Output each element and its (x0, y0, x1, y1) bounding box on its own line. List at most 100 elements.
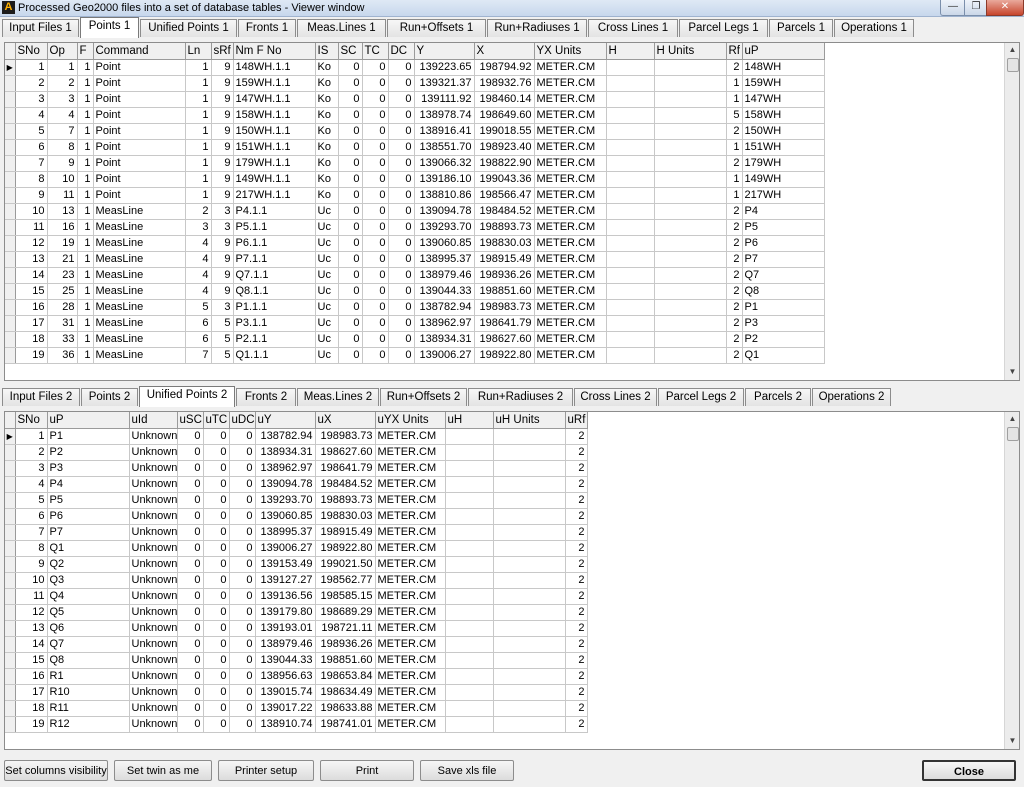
points-table-cell[interactable]: P7.1.1 (233, 251, 316, 268)
points-table-cell[interactable]: 2 (15, 75, 48, 92)
unified-points-table-cell[interactable]: 198851.60 (315, 652, 376, 669)
unified-points-table-cell[interactable]: Unknown (129, 716, 178, 733)
unified-points-table-cell[interactable]: METER.CM (375, 684, 446, 701)
points-table-cell[interactable]: 198566.47 (474, 187, 535, 204)
points-column-header[interactable]: Command (93, 43, 186, 60)
unified-points-table-cell[interactable] (445, 508, 494, 525)
unified-points-table-row[interactable]: 8 Q1 Unknown 0 0 0 139006.27 198922.80 METER.CM 2 (5, 540, 588, 557)
points-table-cell[interactable]: METER.CM (534, 75, 607, 92)
points-table-cell[interactable]: 138916.41 (414, 123, 475, 140)
points-table-cell[interactable]: Ko (315, 107, 339, 124)
points-table-cell[interactable]: 198915.49 (474, 251, 535, 268)
unified-points-column-header[interactable]: uY (255, 412, 316, 429)
points-table-cell[interactable]: 19 (47, 235, 78, 252)
unified-points-table-cell[interactable]: 1 (15, 428, 48, 445)
unified-points-table-cell[interactable] (445, 716, 494, 733)
unified-points-table-cell[interactable]: R1 (47, 668, 130, 685)
points-table-cell[interactable]: 2 (726, 347, 743, 364)
points-table-cell[interactable]: 8 (47, 139, 78, 156)
points-table-row[interactable]: 16 28 1 MeasLine 5 3 P1.1.1 Uc 0 0 0 138782.94 19898… (5, 299, 825, 316)
points-table-cell[interactable]: 4 (15, 107, 48, 124)
points-column-header[interactable]: YX Units (534, 43, 607, 60)
unified-points-table-cell[interactable]: 19 (15, 716, 48, 733)
unified-points-table-cell[interactable] (493, 476, 566, 493)
points-table-cell[interactable]: MeasLine (93, 299, 186, 316)
points-table-cell[interactable]: MeasLine (93, 331, 186, 348)
points-table-cell[interactable]: Q7 (742, 267, 825, 284)
unified-points-table-cell[interactable]: 0 (229, 540, 256, 557)
points-table-cell[interactable]: Q1 (742, 347, 825, 364)
points-column-header[interactable]: uP (742, 43, 825, 60)
points-table-cell[interactable]: 2 (726, 283, 743, 300)
points-table-cell[interactable]: 198641.79 (474, 315, 535, 332)
row-selector[interactable] (5, 716, 16, 733)
points-table-cell[interactable]: 198932.76 (474, 75, 535, 92)
points-table-cell[interactable]: 2 (726, 59, 743, 76)
points-table-row[interactable]: 14 23 1 MeasLine 4 9 Q7.1.1 Uc 0 0 0 138979.46 19893… (5, 267, 825, 284)
points-table-cell[interactable]: 9 (15, 187, 48, 204)
unified-points-table-cell[interactable]: 2 (565, 716, 588, 733)
row-selector[interactable] (5, 460, 16, 477)
points-table-cell[interactable]: 150WH (742, 123, 825, 140)
unified-points-table-cell[interactable]: Unknown (129, 652, 178, 669)
points-table-cell[interactable]: 0 (362, 315, 389, 332)
points-table-cell[interactable]: 1 (77, 203, 94, 220)
unified-points-table-cell[interactable]: METER.CM (375, 620, 446, 637)
unified-points-table-cell[interactable]: 0 (203, 444, 230, 461)
points-table-cell[interactable]: 138979.46 (414, 267, 475, 284)
unified-points-table-cell[interactable]: 198830.03 (315, 508, 376, 525)
unified-points-table-cell[interactable]: P7 (47, 524, 130, 541)
unified-points-table-cell[interactable]: 3 (15, 460, 48, 477)
points-table-cell[interactable]: 1 (77, 91, 94, 108)
points-table-cell[interactable]: 139006.27 (414, 347, 475, 364)
unified-points-table-cell[interactable]: 7 (15, 524, 48, 541)
points-table-cell[interactable]: 1 (77, 283, 94, 300)
points-table-cell[interactable] (606, 155, 655, 172)
points-table-cell[interactable]: 0 (388, 171, 415, 188)
bottom-tab-9[interactable]: Parcel Legs 2 (658, 388, 744, 406)
row-selector[interactable] (5, 315, 16, 332)
points-table-cell[interactable]: 31 (47, 315, 78, 332)
unified-points-table-cell[interactable]: 198922.80 (315, 540, 376, 557)
unified-points-table-cell[interactable]: 0 (229, 460, 256, 477)
points-table-cell[interactable]: 1 (77, 123, 94, 140)
row-selector[interactable] (5, 267, 16, 284)
points-table-cell[interactable]: 0 (362, 155, 389, 172)
points-table-row[interactable]: ▶ 1 1 1 Point 1 9 148WH.1.1 Ko 0 0 0 139223.65 198794… (5, 59, 825, 76)
points-table-cell[interactable]: MeasLine (93, 251, 186, 268)
unified-points-table-cell[interactable]: 0 (203, 684, 230, 701)
points-table-cell[interactable]: P3.1.1 (233, 315, 316, 332)
unified-points-table-cell[interactable]: Q4 (47, 588, 130, 605)
points-table-cell[interactable] (606, 91, 655, 108)
points-table-cell[interactable]: Point (93, 59, 186, 76)
points-table-cell[interactable]: 9 (211, 155, 234, 172)
points-table-cell[interactable]: 0 (388, 235, 415, 252)
points-table-cell[interactable]: P5.1.1 (233, 219, 316, 236)
points-table-row[interactable]: 19 36 1 MeasLine 7 5 Q1.1.1 Uc 0 0 0 139006.27 19892… (5, 347, 825, 364)
points-table-row[interactable]: 6 8 1 Point 1 9 151WH.1.1 Ko 0 0 0 138551.70 198923.… (5, 139, 825, 156)
points-table-cell[interactable]: 0 (388, 91, 415, 108)
unified-points-table-cell[interactable]: 0 (177, 604, 204, 621)
points-table-cell[interactable]: 139223.65 (414, 59, 475, 76)
unified-points-table-cell[interactable]: 198915.49 (315, 524, 376, 541)
unified-points-table-cell[interactable] (445, 444, 494, 461)
printer-setup-button[interactable]: Printer setup (218, 760, 314, 781)
unified-points-table-cell[interactable]: 0 (177, 508, 204, 525)
points-table-cell[interactable]: 0 (362, 171, 389, 188)
points-table-cell[interactable]: 0 (362, 187, 389, 204)
points-column-header[interactable]: Nm F No (233, 43, 316, 60)
points-table-cell[interactable]: 138782.94 (414, 299, 475, 316)
points-table-cell[interactable]: Q1.1.1 (233, 347, 316, 364)
points-table-cell[interactable]: 0 (338, 155, 363, 172)
row-selector[interactable] (5, 235, 16, 252)
points-table-cell[interactable]: Point (93, 75, 186, 92)
unified-points-table-cell[interactable]: 138979.46 (255, 636, 316, 653)
row-selector[interactable] (5, 171, 16, 188)
unified-points-table-cell[interactable]: Q6 (47, 620, 130, 637)
points-table-cell[interactable]: 0 (338, 75, 363, 92)
unified-points-table-cell[interactable]: 0 (177, 700, 204, 717)
points-table-cell[interactable] (654, 123, 727, 140)
unified-points-table-cell[interactable]: 0 (203, 460, 230, 477)
points-table-cell[interactable]: 217WH (742, 187, 825, 204)
unified-points-table-cell[interactable]: Unknown (129, 476, 178, 493)
